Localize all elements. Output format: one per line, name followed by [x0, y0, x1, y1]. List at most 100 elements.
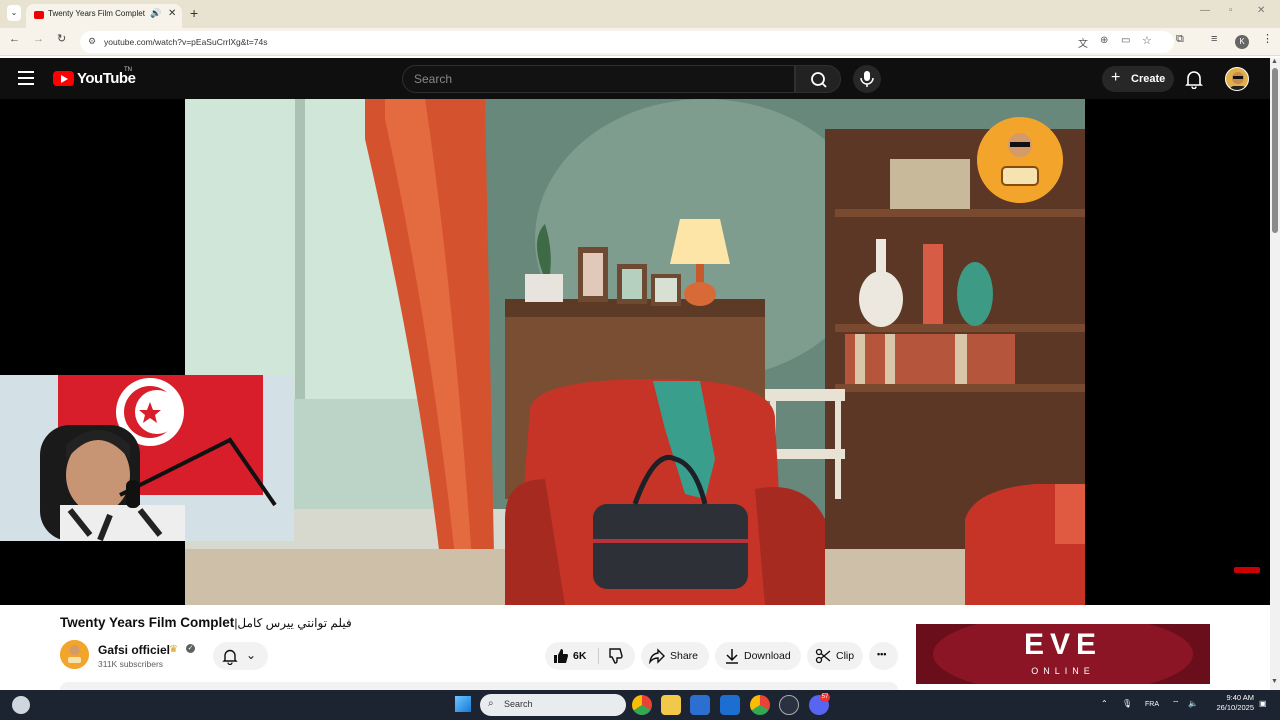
zoom-icon[interactable]: ⊕	[1100, 35, 1108, 46]
player-badge-icon	[1234, 567, 1260, 573]
tab-list-icon[interactable]: ⌄	[7, 5, 21, 21]
window-close-icon[interactable]: ✕	[1257, 5, 1265, 16]
clip-button[interactable]: Clip	[807, 642, 863, 670]
language-indicator[interactable]: FRA	[1145, 701, 1159, 708]
subscriber-count: 311K subscribers	[98, 659, 164, 669]
search-icon: ⌕	[488, 698, 494, 709]
more-actions-button[interactable]: •••	[869, 642, 898, 670]
steam-icon[interactable]	[779, 695, 799, 715]
audio-icon[interactable]: 🔊	[150, 8, 161, 19]
taskbar-search[interactable]: ⌕ Search	[480, 694, 626, 716]
wifi-icon[interactable]: ⌔	[1172, 699, 1180, 709]
taskbar-search-label: Search	[504, 699, 533, 709]
bookmark-star-icon[interactable]: ☆	[1142, 34, 1152, 47]
download-icon	[726, 649, 738, 664]
address-bar[interactable]: ⚙ youtube.com/watch?v=pEaSuCrrlXg&t=74s …	[80, 31, 1174, 53]
like-dislike-group: 6K	[545, 642, 635, 670]
chrome-active-icon[interactable]	[750, 695, 770, 715]
thumbs-down-icon	[609, 648, 623, 664]
youtube-play-icon	[53, 71, 74, 86]
cast-icon[interactable]: ▭	[1121, 35, 1130, 46]
share-icon	[649, 648, 665, 664]
back-icon[interactable]: ←	[9, 34, 20, 45]
discord-badge: 57	[820, 693, 830, 702]
share-label: Share	[670, 650, 699, 662]
gafsi-logo-icon	[977, 117, 1063, 203]
channel-watermark[interactable]	[977, 117, 1063, 203]
download-button[interactable]: Download	[715, 642, 801, 670]
scissors-icon	[815, 648, 831, 664]
reload-icon[interactable]: ↻	[57, 34, 66, 45]
new-tab-button[interactable]: +	[190, 5, 198, 21]
eve-online-ad[interactable]: EVE ONLINE	[916, 624, 1210, 684]
file-explorer-icon[interactable]	[661, 695, 681, 715]
like-divider	[598, 648, 599, 664]
guide-menu-icon[interactable]	[18, 71, 34, 85]
widgets-icon[interactable]	[12, 696, 30, 714]
description-box[interactable]	[60, 682, 898, 690]
tray-chevron-icon[interactable]: ⌃	[1101, 699, 1108, 708]
microphone-tray-icon[interactable]: 🎙	[1122, 699, 1132, 708]
volume-icon[interactable]: 🔈	[1188, 699, 1198, 708]
ad-brand: EVE	[1023, 628, 1103, 661]
create-label: Create	[1131, 73, 1166, 85]
create-button[interactable]: + Create	[1102, 66, 1174, 92]
video-frame[interactable]	[185, 99, 1085, 605]
voice-search-button[interactable]	[853, 65, 881, 93]
video-title: Twenty Years Film Completفيلم توانتي يير…	[60, 615, 352, 630]
account-avatar[interactable]	[1225, 67, 1249, 91]
download-label: Download	[744, 650, 791, 662]
channel-name[interactable]: Gafsi officiel	[98, 643, 170, 657]
video-player[interactable]	[0, 99, 1270, 605]
notifications-button[interactable]	[1185, 69, 1203, 94]
crown-icon: ♛	[169, 644, 178, 655]
store-icon[interactable]	[690, 695, 710, 715]
site-info-icon[interactable]: ⚙	[88, 36, 96, 47]
url-text: youtube.com/watch?v=pEaSuCrrlXg&t=74s	[104, 37, 268, 47]
webcam-scene	[0, 375, 294, 541]
search-icon	[811, 72, 827, 88]
translate-icon[interactable]: 文	[1078, 35, 1088, 50]
clip-label: Clip	[836, 650, 855, 662]
browser-menu-icon[interactable]: ⋮	[1262, 34, 1273, 45]
country-code: TN	[124, 67, 132, 73]
like-count: 6K	[573, 650, 587, 662]
notification-center-icon[interactable]: ▣	[1259, 699, 1267, 708]
bell-icon	[222, 649, 238, 665]
video-scene	[185, 99, 1085, 605]
channel-avatar[interactable]	[60, 640, 89, 669]
profile-avatar[interactable]: K	[1235, 35, 1249, 49]
search-input[interactable]	[402, 65, 795, 93]
chrome-icon[interactable]	[632, 695, 652, 715]
scroll-up-icon[interactable]: ▲	[1271, 58, 1278, 65]
search-button[interactable]	[795, 65, 841, 93]
chevron-down-icon: ⌄	[246, 648, 257, 662]
share-button[interactable]: Share	[641, 642, 709, 670]
bell-icon	[1185, 71, 1203, 90]
forward-icon[interactable]: →	[33, 34, 44, 45]
browser-tab-strip: ⌄ Twenty Years Film Complet 🔊 ✕ + — ▫ ✕	[0, 0, 1280, 28]
video-title-en: Twenty Years Film Complet	[60, 615, 235, 630]
like-button[interactable]: 6K	[545, 642, 597, 670]
maximize-icon[interactable]: ▫	[1229, 5, 1233, 16]
extensions-icon[interactable]: ⧉	[1176, 34, 1184, 45]
more-icon: •••	[877, 649, 887, 659]
plus-icon: +	[1111, 69, 1121, 86]
browser-tab[interactable]: Twenty Years Film Complet 🔊 ✕	[26, 4, 182, 28]
reading-list-icon[interactable]: ≡	[1211, 34, 1217, 45]
verified-icon: ✓	[186, 644, 195, 653]
subscription-bell-button[interactable]: ⌄	[213, 642, 268, 670]
scrollbar-thumb[interactable]	[1272, 68, 1278, 233]
tab-close-icon[interactable]: ✕	[168, 8, 176, 19]
scroll-down-icon[interactable]: ▼	[1271, 678, 1278, 685]
dislike-button[interactable]	[600, 642, 635, 670]
outlook-icon[interactable]	[720, 695, 740, 715]
webcam-overlay	[0, 375, 294, 541]
minimize-icon[interactable]: —	[1200, 5, 1210, 16]
page-scrollbar[interactable]: ▲ ▼	[1270, 58, 1280, 690]
microphone-icon	[860, 71, 874, 87]
youtube-logo[interactable]: YouTube TN	[53, 67, 136, 90]
browser-toolbar: ← → ↻ ⚙ youtube.com/watch?v=pEaSuCrrlXg&…	[0, 28, 1280, 56]
windows-start-icon[interactable]	[455, 696, 471, 712]
system-clock[interactable]: 9:40 AM 26/10/2025	[1206, 693, 1254, 713]
